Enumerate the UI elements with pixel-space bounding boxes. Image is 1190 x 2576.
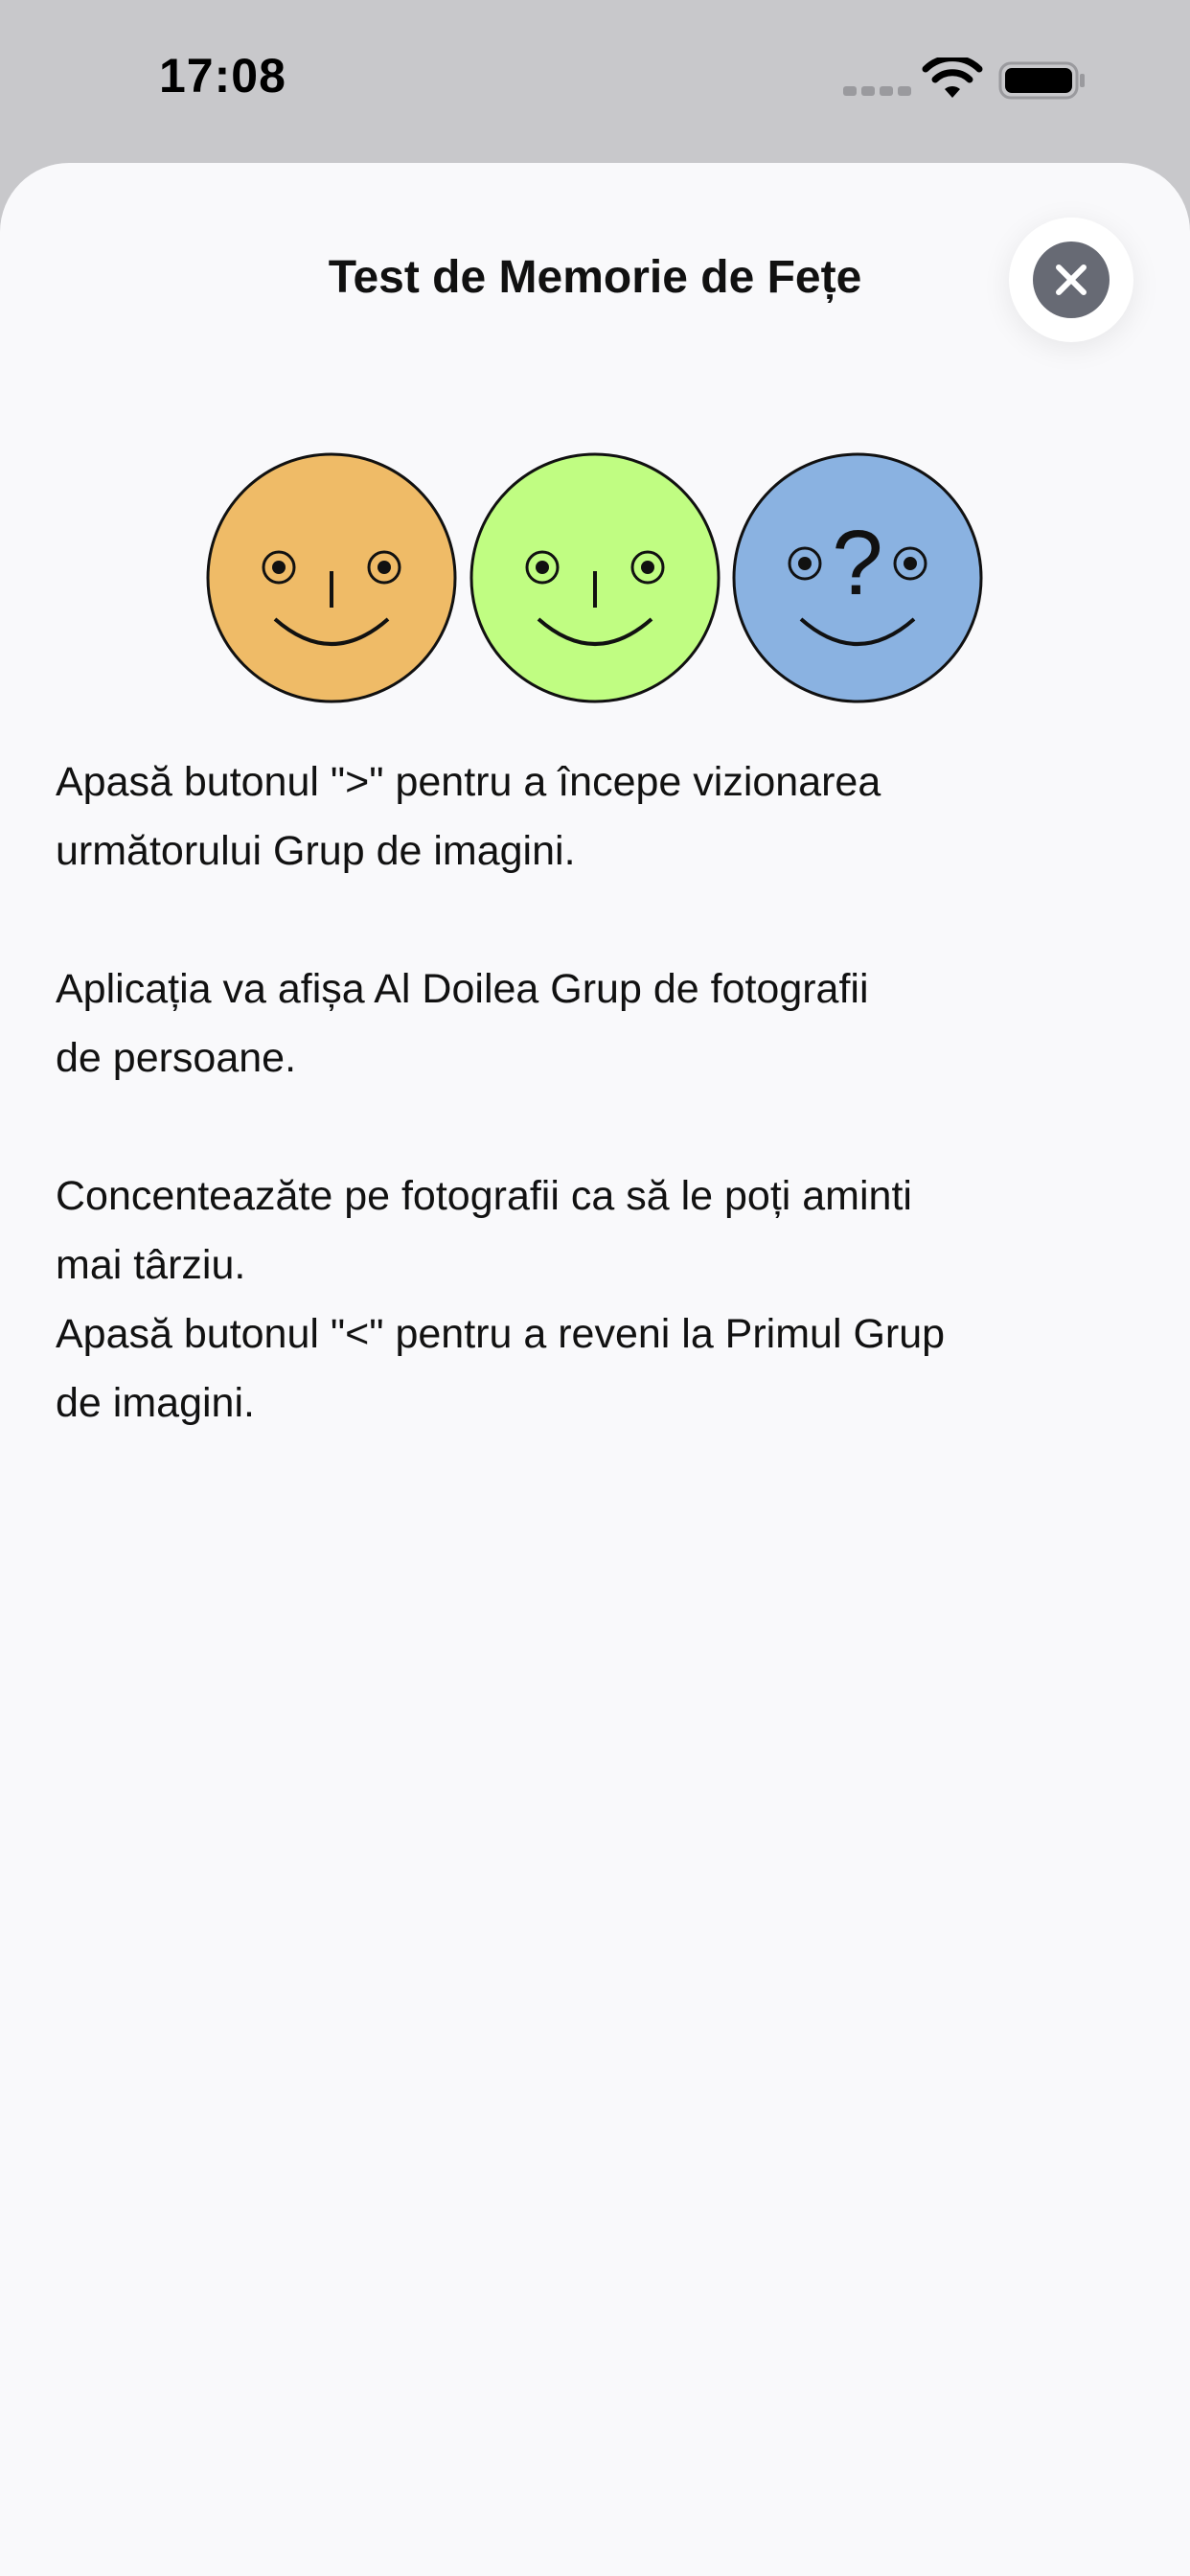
screen: 17:08 Test de Memorie de Fețe ? Apasă bu… xyxy=(0,0,1190,2576)
face-mark: ? xyxy=(832,512,882,614)
close-button-container xyxy=(1009,218,1133,342)
close-button[interactable] xyxy=(1033,242,1110,318)
smiley-face-orange-icon xyxy=(206,452,457,703)
close-icon xyxy=(1056,264,1087,295)
faces-illustration: ? xyxy=(206,450,984,705)
status-time: 17:08 xyxy=(159,49,286,103)
instructions-text: Apasă butonul ">" pentru a începe vizion… xyxy=(56,759,946,1426)
cellular-signal-icon xyxy=(843,86,911,96)
smiley-face-green-icon xyxy=(469,452,721,703)
status-bar: 17:08 xyxy=(0,0,1190,153)
smiley-face-blue-question-icon: ? xyxy=(732,452,983,703)
wifi-icon xyxy=(922,58,983,98)
modal-sheet: Test de Memorie de Fețe ? Apasă butonul … xyxy=(0,163,1190,2576)
battery-icon xyxy=(998,61,1085,100)
